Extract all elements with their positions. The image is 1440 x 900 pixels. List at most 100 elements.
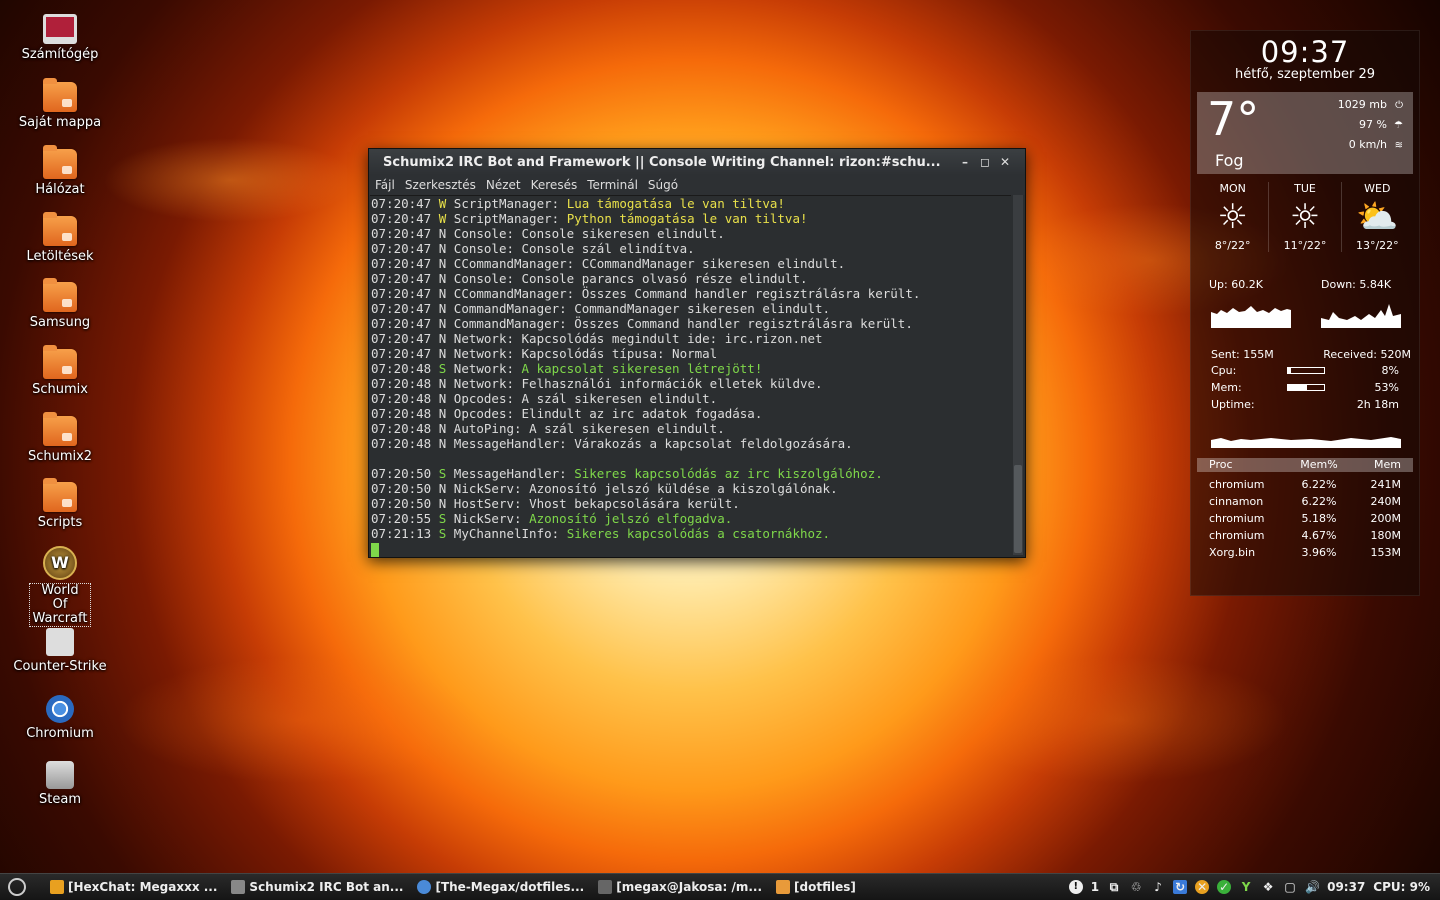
alert-icon[interactable]: ! (1068, 880, 1083, 894)
terminal-line: 07:20:50 N NickServ: Azonosító jelszó kü… (371, 481, 1011, 496)
desktop-icon-schumix[interactable]: Schumix (10, 345, 110, 397)
proc-mem: 180M (1370, 529, 1402, 542)
terminal-line: 07:20:48 N AutoPing: A szál sikeresen el… (371, 421, 1011, 436)
desktop-icon-downloads[interactable]: Letöltések (10, 212, 110, 264)
terminal-output[interactable]: 07:20:47 W ScriptManager: Lua támogatása… (370, 195, 1011, 557)
menu-terminal[interactable]: Terminál (587, 178, 638, 192)
log-source: Network: (446, 361, 522, 376)
sent-total: Sent: 155M (1211, 348, 1274, 361)
terminal-line: 07:20:48 S Network: A kapcsolat sikerese… (371, 361, 1011, 376)
menu-help[interactable]: Súgó (648, 178, 678, 192)
log-time: 07:20:48 (371, 391, 439, 406)
taskbar-item-hexchat[interactable]: [HexChat: Megaxxx ... (44, 876, 223, 898)
notification-count: 1 (1090, 880, 1100, 894)
desktop-icon-schumix2[interactable]: Schumix2 (10, 412, 110, 464)
clipboard-icon[interactable]: ⧉ (1107, 880, 1121, 894)
log-message: Lua támogatása le van tiltva! (566, 196, 785, 211)
terminal-line: 07:20:47 N CommandManager: Összes Comman… (371, 316, 1011, 331)
desktop-icon-label: Schumix2 (27, 449, 93, 464)
log-time: 07:20:47 (371, 301, 439, 316)
task-label: [megax@Jakosa: /m... (616, 880, 763, 894)
close-icon[interactable]: ✕ (995, 155, 1015, 169)
proc-name: cinnamon (1209, 495, 1264, 508)
desktop-icon-scripts[interactable]: Scripts (10, 478, 110, 530)
start-menu-button[interactable] (0, 874, 34, 900)
window-list-icon[interactable]: ▢ (1283, 880, 1297, 894)
taskbar-item-dotfiles[interactable]: [dotfiles] (770, 876, 862, 898)
desktop-icon-home[interactable]: Saját mappa (10, 78, 110, 130)
log-message: A szál sikeresen elindult. (521, 391, 718, 406)
dropbox-icon[interactable]: ❖ (1261, 880, 1275, 894)
menu-file[interactable]: Fájl (375, 178, 395, 192)
taskbar-cpu: CPU: 9% (1373, 880, 1430, 894)
download-graph (1321, 302, 1401, 328)
partly-cloudy-icon: ⛅ (1356, 197, 1399, 237)
log-message: Python támogatása le van tiltva! (566, 211, 808, 226)
desktop-icon-computer[interactable]: Számítógép (10, 14, 110, 62)
bell-icon[interactable]: ♪ (1151, 880, 1165, 894)
hexchat-tray-icon[interactable]: ✕ (1195, 880, 1210, 894)
task-label: [The-Megax/dotfiles... (435, 880, 585, 894)
taskbar-item-chromium[interactable]: [The-Megax/dotfiles... (411, 876, 590, 898)
desktop-icon-network[interactable]: Hálózat (10, 145, 110, 197)
log-time: 07:20:48 (371, 406, 439, 421)
received-total: Received: 520M (1323, 348, 1411, 361)
desktop-icon-chromium[interactable]: Chromium (10, 695, 110, 741)
system-tray: ! 1 ⧉ ♲ ♪ ↻ ✕ ✓ Y ❖ ▢ 🔊 09:37 CPU: 9% (1068, 880, 1440, 894)
log-source: MessageHandler: (446, 436, 575, 451)
ycombinator-icon[interactable]: Y (1239, 880, 1253, 894)
system-monitor: Up: 60.2K Down: 5.84K Sent: 155M Receive… (1191, 278, 1419, 458)
checkmark-icon[interactable]: ✓ (1217, 880, 1232, 894)
log-time: 07:20:48 (371, 376, 439, 391)
maximize-icon[interactable]: ◻ (975, 155, 995, 169)
recycle-icon[interactable]: ♲ (1129, 880, 1143, 894)
desktop-icon-label: Schumix (32, 382, 88, 397)
desktop-icon-wow[interactable]: W World Of Warcraft (10, 546, 110, 627)
menu-search[interactable]: Keresés (531, 178, 578, 192)
taskbar-item-shell[interactable]: [megax@Jakosa: /m... (592, 876, 768, 898)
log-time: 07:20:47 (371, 196, 439, 211)
log-source: CommandManager: (446, 316, 575, 331)
task-label: Schumix2 IRC Bot an... (249, 880, 404, 894)
volume-icon[interactable]: 🔊 (1305, 880, 1320, 894)
terminal-prompt[interactable] (371, 541, 1011, 557)
update-icon[interactable]: ↻ (1173, 880, 1188, 894)
clock-time: 09:37 (1260, 35, 1350, 69)
mem-value: 53% (1374, 381, 1399, 394)
table-row: chromium 4.67% 180M (1197, 527, 1413, 544)
terminal-titlebar[interactable]: Schumix2 IRC Bot and Framework || Consol… (369, 149, 1025, 175)
forecast-day-name: TUE (1294, 182, 1316, 195)
log-time: 07:20:50 (371, 496, 439, 511)
minimize-icon[interactable]: – (955, 155, 975, 169)
log-time: 07:20:47 (371, 241, 439, 256)
taskbar-clock[interactable]: 09:37 (1327, 880, 1365, 894)
folder-icon (43, 345, 77, 379)
desktop-icon-label: Saját mappa (18, 115, 102, 130)
desktop-icon-counter-strike[interactable]: Counter-Strike (10, 628, 110, 674)
log-source: MessageHandler: (446, 466, 575, 481)
log-message: Console szál elindítva. (521, 241, 695, 256)
desktop-icon-steam[interactable]: Steam (10, 761, 110, 807)
process-table-header: Proc Mem% Mem (1197, 458, 1413, 472)
terminal-line: 07:20:48 N Opcodes: Elindult az irc adat… (371, 406, 1011, 421)
proc-mem-percent: 6.22% (1301, 495, 1337, 508)
taskbar-item-terminal[interactable]: Schumix2 IRC Bot an... (225, 876, 409, 898)
terminal-icon (598, 880, 613, 894)
menu-view[interactable]: Nézet (486, 178, 521, 192)
terminal-scrollbar[interactable] (1013, 195, 1023, 555)
log-time: 07:20:47 (371, 226, 439, 241)
folder-icon (43, 412, 77, 446)
desklet-panel: 09:37 hétfő, szeptember 29 7° Fog 1029 m… (1190, 30, 1420, 596)
desktop-icon-samsung[interactable]: Samsung (10, 278, 110, 330)
terminal-line: 07:20:48 N Network: Felhasználói informá… (371, 376, 1011, 391)
mem-label: Mem: (1211, 381, 1242, 394)
scrollbar-thumb[interactable] (1014, 465, 1022, 553)
log-time: 07:20:50 (371, 466, 439, 481)
log-time: 07:20:47 (371, 331, 439, 346)
wow-icon: W (43, 546, 77, 580)
terminal-window[interactable]: Schumix2 IRC Bot and Framework || Consol… (368, 148, 1026, 558)
log-message: Console sikeresen elindult. (521, 226, 725, 241)
counter-strike-icon (46, 628, 74, 656)
menu-edit[interactable]: Szerkesztés (405, 178, 476, 192)
